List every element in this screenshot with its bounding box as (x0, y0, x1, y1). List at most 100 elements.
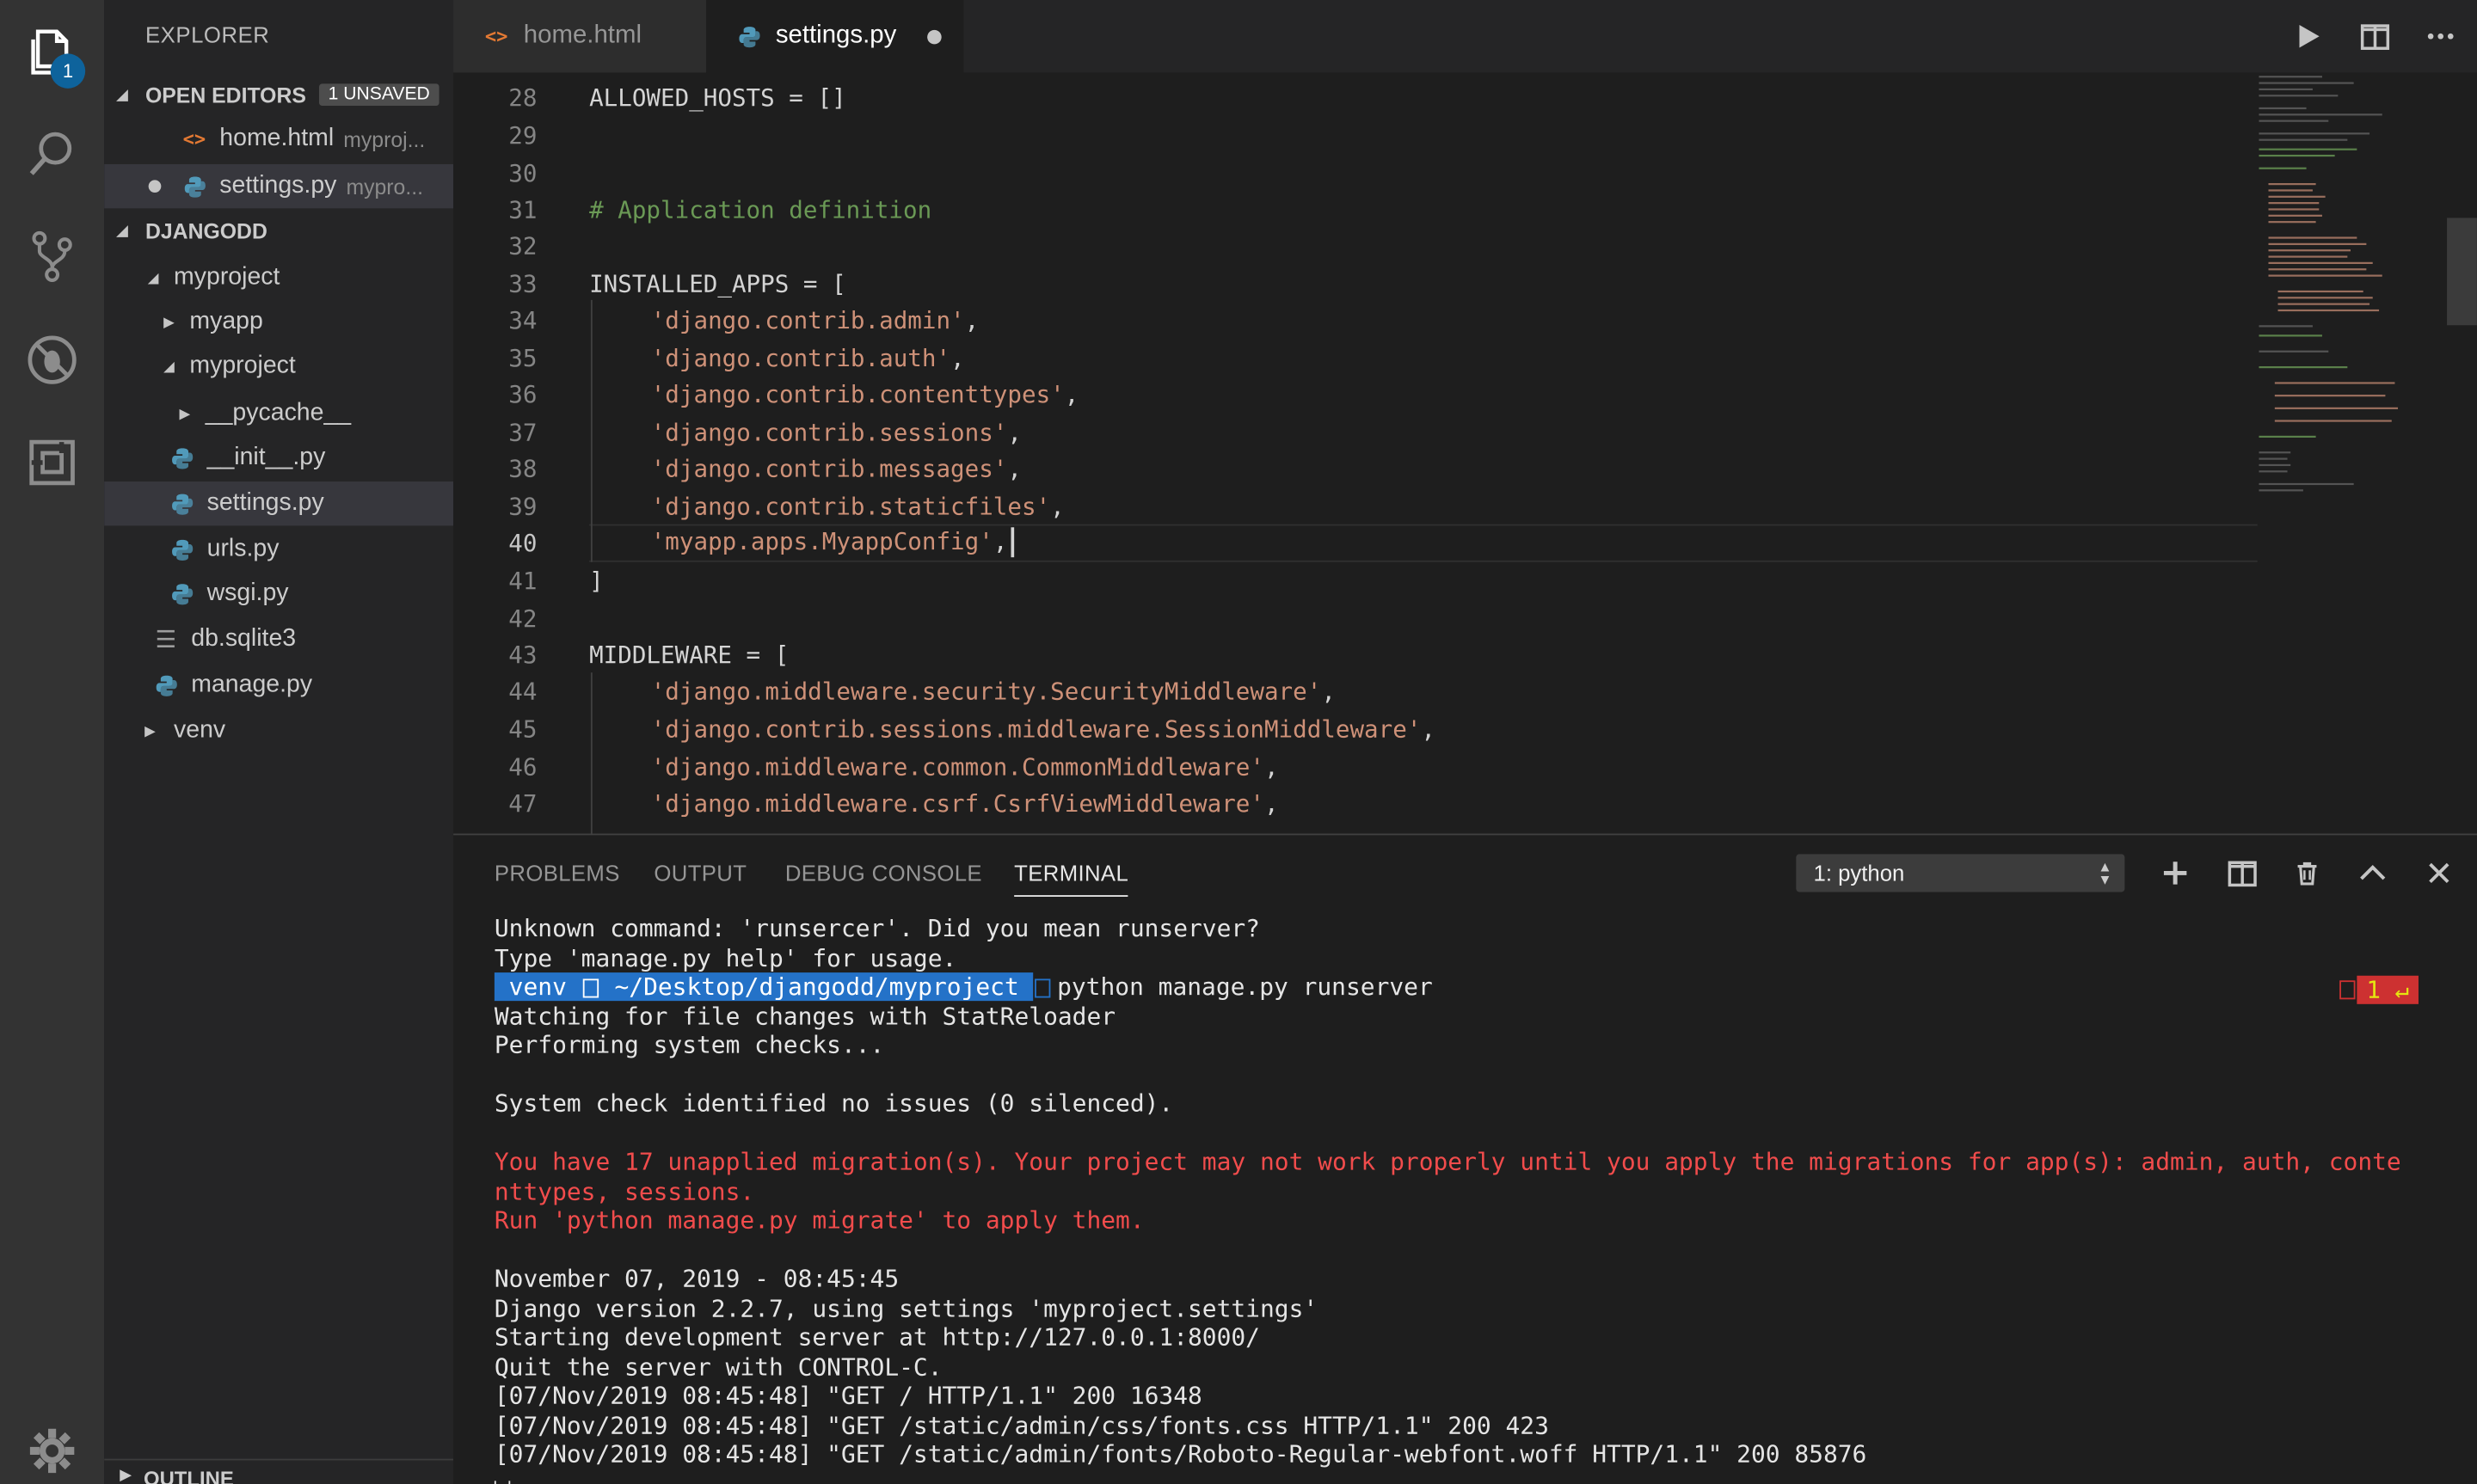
split-terminal-icon[interactable] (2224, 855, 2259, 890)
tree-label: manage.py (191, 671, 313, 698)
code-line: 43 MIDDLEWARE = [ (453, 636, 2477, 672)
tab-home-html[interactable]: <> home.html (453, 0, 707, 73)
activity-bar: 1 (0, 0, 105, 1484)
editor-scrollbar[interactable] (2447, 218, 2477, 326)
trash-icon[interactable] (2289, 855, 2323, 890)
tab-problems[interactable]: PROBLEMS (495, 861, 620, 886)
source-control-icon[interactable] (19, 223, 85, 289)
terminal-line: [07/Nov/2019 08:45:48] "GET /static/admi… (494, 1439, 1867, 1469)
tree-folder[interactable]: ▶ venv (104, 708, 453, 752)
tab-label: settings.py (775, 21, 897, 49)
text-cursor (1011, 527, 1014, 558)
tree-file[interactable]: urls.py (104, 527, 453, 571)
line-number: 28 (508, 83, 538, 112)
unsaved-dot-icon[interactable] (148, 180, 162, 193)
tree-label: urls.py (206, 535, 280, 562)
code-text: , (1321, 676, 1336, 705)
code-text: , (993, 527, 1008, 556)
open-editor-desc: mypro... (346, 174, 424, 199)
workspace-header[interactable]: ◢ DJANGODD (104, 210, 453, 251)
code-text: MIDDLEWARE = [ (589, 640, 790, 669)
html-file-icon: <> (484, 25, 508, 48)
code-text: ALLOWED_HOSTS = [] (589, 83, 846, 112)
tree-file[interactable]: manage.py (104, 663, 453, 707)
tree-label: db.sqlite3 (191, 625, 297, 653)
more-actions-icon[interactable] (2423, 19, 2457, 53)
python-file-icon (168, 489, 196, 518)
open-editors-header[interactable]: ◢ OPEN EDITORS 1 UNSAVED (104, 74, 453, 115)
close-panel-icon[interactable] (2422, 855, 2456, 890)
code-line-current: 40 'myapp.apps.MyappConfig', (453, 524, 2477, 561)
line-number: 29 (508, 120, 538, 150)
tab-terminal[interactable]: TERMINAL (1014, 861, 1129, 897)
tab-output[interactable]: OUTPUT (654, 861, 747, 886)
code-text: , (1007, 453, 1023, 482)
line-number: 36 (508, 379, 538, 408)
workspace-label: DJANGODD (144, 218, 267, 242)
code-comment: # Application definition (589, 194, 932, 224)
bottom-panel: PROBLEMS OUTPUT DEBUG CONSOLE TERMINAL 1… (453, 833, 2477, 1484)
extensions-icon[interactable] (19, 429, 85, 495)
code-line: 47 'django.middleware.csrf.CsrfViewMiddle… (453, 785, 2477, 821)
code-string: 'django.middleware.csrf.CsrfViewMiddlewa… (650, 788, 1264, 818)
chevron-right-icon: ▶ (120, 1466, 132, 1483)
code-text: , (950, 343, 965, 372)
tree-label: settings.py (206, 489, 324, 517)
gear-icon[interactable] (19, 1418, 85, 1484)
tab-debug-console[interactable]: DEBUG CONSOLE (785, 861, 982, 886)
open-editor-label: home.html (219, 125, 335, 152)
unsaved-badge: 1 UNSAVED (318, 83, 439, 107)
terminal-select[interactable]: 1: python ▲ ▼ (1796, 854, 2125, 892)
code-line: 30 (453, 155, 2477, 191)
tab-settings-py[interactable]: settings.py (706, 0, 964, 73)
tree-file[interactable]: ☰ db.sqlite3 (104, 617, 453, 661)
code-line: 34 'django.contrib.admin', (453, 302, 2477, 338)
terminal-output[interactable]: Unknown command: 'runsercer'. Did you me… (494, 914, 2401, 1484)
tree-file[interactable]: __init__.py (104, 436, 453, 480)
search-icon[interactable] (19, 120, 85, 187)
tree-folder[interactable]: ◢ myproject (104, 344, 453, 388)
line-number: 30 (508, 158, 538, 187)
line-number: 31 (508, 194, 538, 224)
tree-folder[interactable]: ◢ myproject (104, 255, 453, 299)
code-string: 'myapp.apps.MyappConfig' (650, 527, 993, 556)
open-editor-item[interactable]: settings.py mypro... (104, 163, 454, 209)
maximize-panel-icon[interactable] (2356, 855, 2390, 890)
line-number: 33 (508, 269, 538, 298)
python-file-icon (168, 444, 196, 472)
separator-icon (582, 978, 599, 997)
code-text: , (1064, 379, 1079, 408)
chevron-right-icon: ▶ (179, 404, 191, 421)
terminal-select-value: 1: python (1813, 860, 1905, 886)
code-line: 41] (453, 562, 2477, 598)
split-editor-icon[interactable] (2357, 19, 2391, 53)
open-editor-desc: myproj... (343, 126, 426, 151)
minimap[interactable] (2256, 72, 2399, 833)
chevron-right-icon: ▶ (163, 313, 175, 329)
code-string: 'django.contrib.messages' (650, 453, 1008, 482)
line-number: 35 (508, 343, 538, 372)
tree-folder[interactable]: ▶ myapp (104, 300, 453, 344)
code-text: , (964, 305, 980, 334)
separator-icon (1035, 978, 1051, 997)
code-line: 35 'django.contrib.auth', (453, 340, 2477, 376)
terminal-line: Watching for file changes with StatReloa… (494, 1002, 1116, 1031)
tree-folder[interactable]: ▶ __pycache__ (104, 391, 453, 435)
code-editor[interactable]: 28 ALLOWED_HOSTS = [] 29 30 31 # Applicati… (453, 72, 2477, 834)
open-editor-item[interactable]: <> home.html myproj... (104, 117, 453, 161)
tree-file[interactable]: wsgi.py (104, 572, 453, 616)
chevron-down-icon: ◢ (116, 86, 128, 102)
new-terminal-icon[interactable] (2158, 855, 2192, 890)
outline-label: OUTLINE (143, 1466, 234, 1484)
code-line: 44 'django.middleware.security.SecurityMi… (453, 672, 2477, 708)
code-line: 36 'django.contrib.contenttypes', (453, 376, 2477, 412)
run-icon[interactable] (2290, 19, 2325, 53)
terminal-cursor (494, 1480, 511, 1484)
chevron-down-icon: ◢ (163, 357, 175, 374)
separator-icon (2339, 980, 2356, 1000)
outline-header[interactable]: ▶ OUTLINE (104, 1458, 454, 1484)
tree-file[interactable]: settings.py (104, 481, 454, 526)
unsaved-dot-icon[interactable] (928, 28, 943, 44)
debug-icon[interactable] (19, 327, 85, 393)
